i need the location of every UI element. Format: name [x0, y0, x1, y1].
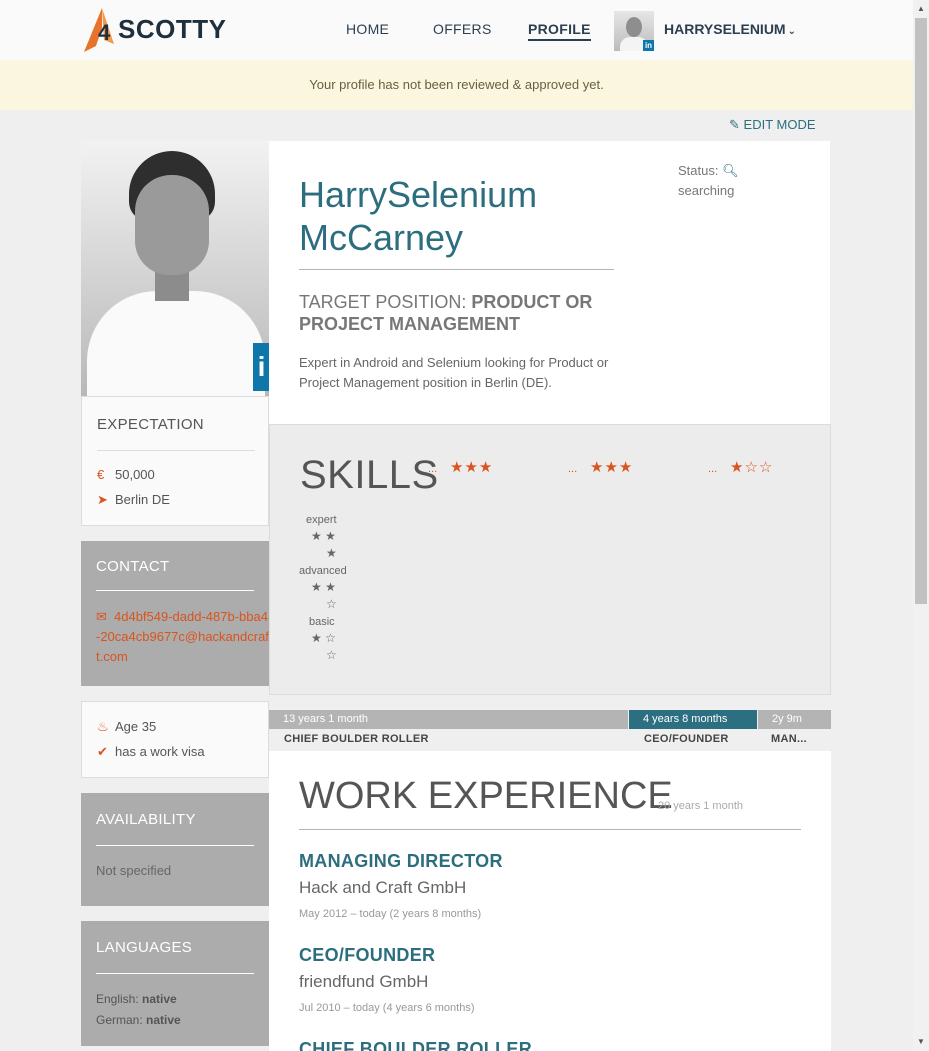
search-icon: 🔍︎ [722, 163, 739, 178]
linkedin-icon[interactable]: i [253, 343, 270, 391]
visa-row: ✔ has a work visa [97, 744, 205, 760]
job-title: CHIEF BOULDER ROLLER [299, 1039, 532, 1051]
availability-value: Not specified [96, 863, 172, 878]
pencil-icon: ✎ [729, 117, 740, 132]
legend-stars: ★ [326, 546, 337, 560]
age-row: ♨ Age 35 [97, 719, 156, 735]
legend-label-expert: expert [306, 514, 337, 526]
job-company: friendfund GmbH [299, 972, 429, 991]
experience-timeline: 13 years 1 month 4 years 8 months 2y 9m … [269, 710, 831, 751]
timeline-label: CEO/FOUNDER [644, 733, 729, 745]
skill-rating: ★★★ [590, 459, 634, 476]
profile-photo: i [81, 141, 270, 396]
timeline-bar[interactable]: 4 years 8 months [629, 710, 757, 729]
nav-home[interactable]: HOME [346, 21, 389, 37]
age-value: Age 35 [115, 719, 157, 734]
timeline-bar[interactable]: 2y 9m [758, 710, 831, 729]
language-item: German: native [96, 1013, 181, 1027]
timeline-bar[interactable]: 13 years 1 month [269, 710, 628, 729]
user-avatar[interactable]: in [614, 11, 654, 51]
scroll-down-icon[interactable]: ▼ [913, 1035, 929, 1049]
languages-card: LANGUAGES English: native German: native [81, 921, 269, 1046]
visa-value: has a work visa [115, 744, 205, 759]
legend-stars: ★ ★ [311, 529, 336, 543]
salary-value: 50,000 [115, 467, 155, 482]
skill-rating: ★☆☆ [730, 459, 774, 476]
work-experience-section: WORK EXPERIENCE 20 years 1 month MANAGIN… [269, 751, 831, 1051]
work-experience-title: WORK EXPERIENCE [299, 775, 673, 817]
legend-stars: ☆ [326, 648, 337, 662]
scrollbar-thumb[interactable] [915, 18, 927, 604]
availability-title: AVAILABILITY [96, 811, 196, 828]
status: Status: 🔍︎ searching [678, 161, 739, 201]
contact-email[interactable]: ✉ 4d4bf549-dadd-487b-bba4-20ca4cb9677c@ha… [96, 607, 271, 667]
work-experience-total: 20 years 1 month [658, 800, 743, 812]
profile-header-card: HarrySelenium McCarney TARGET POSITION: … [269, 141, 830, 424]
target-position: TARGET POSITION: PRODUCT OR PROJECT MANA… [299, 292, 593, 334]
expectation-card: EXPECTATION €50,000 ➤ Berlin DE [81, 396, 269, 526]
legend-label-advanced: advanced [299, 565, 347, 577]
location-arrow-icon: ➤ [97, 492, 108, 507]
expectation-title: EXPECTATION [97, 416, 204, 433]
legend-stars: ☆ [326, 597, 337, 611]
job-dates: Jul 2010 – today (4 years 6 months) [299, 1002, 475, 1014]
contact-title: CONTACT [96, 558, 170, 575]
salary-row: €50,000 [97, 467, 155, 482]
user-menu[interactable]: HARRYSELENIUM ⌄ [664, 21, 796, 37]
logo[interactable]: 4 SCOTTY [80, 6, 230, 54]
skill-rating: ★★★ [450, 459, 494, 476]
logo-text: SCOTTY [118, 14, 227, 44]
legend-stars: ★ ★ [311, 580, 336, 594]
legend-label-basic: basic [309, 616, 335, 628]
availability-card: AVAILABILITY Not specified [81, 793, 269, 906]
envelope-icon: ✉ [96, 609, 107, 624]
location-value: Berlin DE [115, 492, 170, 507]
linkedin-icon: in [643, 40, 654, 51]
skills-title: SKILLS [300, 453, 439, 497]
user-name: HARRYSELENIUM [664, 21, 786, 37]
location-row: ➤ Berlin DE [97, 492, 170, 508]
personal-card: ♨ Age 35 ✔ has a work visa [81, 701, 269, 778]
legend-stars: ★ ☆ [311, 631, 336, 645]
skill-name: ... [708, 463, 718, 475]
nav-offers[interactable]: OFFERS [433, 21, 492, 37]
skill-name: ... [568, 463, 578, 475]
timeline-label: CHIEF BOULDER ROLLER [284, 733, 429, 745]
top-navigation-bar: 4 SCOTTY HOME OFFERS PROFILE in HARRYSEL… [0, 0, 913, 60]
language-item: English: native [96, 992, 177, 1006]
timeline-label: MAN... [771, 733, 808, 745]
cake-icon: ♨ [97, 719, 109, 734]
check-icon: ✔ [97, 744, 108, 759]
svg-text:4: 4 [98, 20, 111, 45]
profile-name: HarrySelenium McCarney [299, 174, 538, 258]
skill-name: ... [428, 463, 438, 475]
contact-card: CONTACT ✉ 4d4bf549-dadd-487b-bba4-20ca4cb… [81, 541, 269, 686]
skills-section: SKILLS ... ★★★ ... ★★★ ... ★☆☆ expert ★ … [269, 424, 831, 695]
profile-summary: Expert in Android and Selenium looking f… [299, 355, 609, 390]
review-notice: Your profile has not been reviewed & app… [0, 60, 913, 110]
euro-icon: € [97, 467, 105, 482]
rocket-logo-icon: 4 [84, 8, 114, 52]
edit-mode-button[interactable]: ✎ EDIT MODE [729, 117, 816, 133]
scroll-up-icon[interactable]: ▲ [913, 2, 929, 16]
status-value: searching [678, 183, 735, 198]
job-title: CEO/FOUNDER [299, 945, 436, 965]
chevron-down-icon: ⌄ [787, 26, 796, 37]
page-scrollbar[interactable]: ▲ ▼ [913, 0, 929, 1051]
edit-mode-label: EDIT MODE [743, 117, 816, 132]
job-company: Hack and Craft GmbH [299, 878, 467, 897]
job-title: MANAGING DIRECTOR [299, 851, 503, 871]
languages-title: LANGUAGES [96, 939, 193, 956]
nav-profile[interactable]: PROFILE [528, 21, 591, 41]
job-dates: May 2012 – today (2 years 8 months) [299, 908, 482, 920]
